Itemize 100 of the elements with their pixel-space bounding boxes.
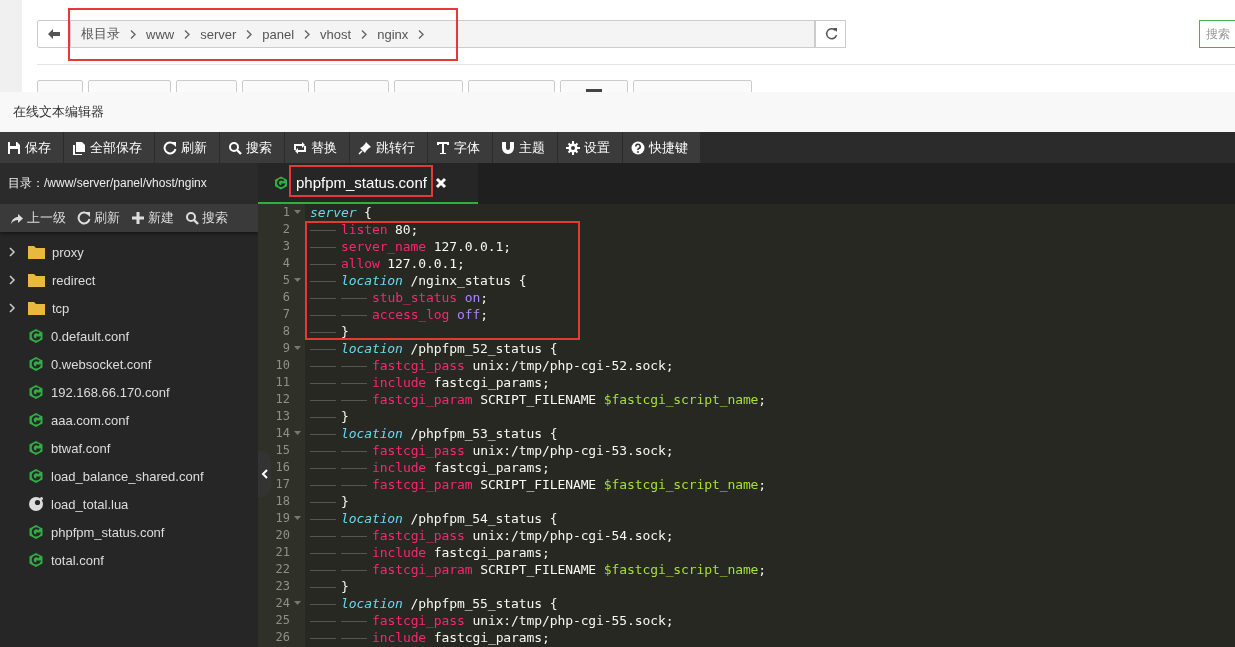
toolbar-button[interactable]: 搜索 [220, 132, 284, 163]
file-name: aaa.com.conf [51, 412, 130, 428]
line-number: 14 [275, 425, 290, 442]
file-tree-item[interactable]: total.conf [0, 546, 258, 574]
fold-arrow-icon[interactable] [294, 346, 301, 351]
toolbar-button[interactable]: 设置 [558, 132, 622, 163]
file-name: tcp [52, 300, 70, 316]
line-number: 22 [275, 561, 290, 578]
sidebar-action[interactable]: 刷新 [75, 209, 127, 227]
share-arrow-icon [10, 211, 24, 225]
file-name: phpfpm_status.conf [51, 524, 165, 540]
line-number: 12 [275, 391, 290, 408]
chevron-right-icon[interactable] [6, 275, 17, 285]
file-name: 0.websocket.conf [51, 356, 152, 372]
code-line: fastcgi_param SCRIPT_FILENAME $fastcgi_script_name; [372, 561, 767, 578]
code-line: } [341, 578, 349, 595]
code-line: allow 127.0.0.1; [341, 255, 465, 272]
collapse-handle[interactable] [258, 451, 271, 497]
fold-arrow-icon[interactable] [294, 601, 301, 606]
file-icon [28, 440, 44, 456]
file-tree-item[interactable]: proxy [0, 238, 258, 266]
toolbar-button[interactable]: 跳转行 [350, 132, 427, 163]
toolbar-button[interactable]: 替换 [285, 132, 349, 163]
breadcrumb-link[interactable]: server [200, 26, 237, 42]
chevron-right-icon[interactable] [6, 247, 17, 257]
file-tree-item[interactable]: 192.168.66.170.conf [0, 378, 258, 406]
magnet-icon [501, 140, 515, 155]
chevron-right-icon [418, 29, 425, 39]
file-icon [28, 524, 44, 540]
sidebar-action[interactable]: 新建 [129, 209, 181, 227]
refresh-icon [823, 27, 838, 41]
chevron-right-icon[interactable] [6, 303, 17, 313]
code-line: stub_status on; [372, 289, 488, 306]
code-line: location /phpfpm_53_status { [341, 425, 558, 442]
toolbar-button[interactable]: 快捷键 [623, 132, 700, 163]
line-number: 20 [275, 527, 290, 544]
file-tree-item[interactable]: 0.websocket.conf [0, 350, 258, 378]
search-icon [185, 211, 199, 225]
line-number: 9 [282, 340, 290, 357]
file-name: 192.168.66.170.conf [51, 384, 170, 400]
file-tree-item[interactable]: load_balance_shared.conf [0, 462, 258, 490]
code-line: fastcgi_pass unix:/tmp/php-cgi-53.sock; [372, 442, 674, 459]
line-number: 10 [275, 357, 290, 374]
save-icon [7, 140, 21, 155]
breadcrumb-link[interactable]: nginx [377, 26, 409, 42]
breadcrumb-link[interactable]: vhost [320, 26, 352, 42]
code-line: include fastcgi_params; [372, 544, 550, 561]
file-name: proxy [52, 244, 84, 260]
plus-icon [131, 211, 145, 225]
file-icon [28, 384, 44, 400]
refresh-button[interactable] [815, 20, 846, 48]
chevron-right-icon [246, 29, 253, 39]
file-tree-item[interactable]: aaa.com.conf [0, 406, 258, 434]
file-tree-item[interactable]: redirect [0, 266, 258, 294]
file-tree-item[interactable]: btwaf.conf [0, 434, 258, 462]
toolbar-button[interactable]: 刷新 [155, 132, 219, 163]
line-number: 18 [275, 493, 290, 510]
line-number: 26 [275, 629, 290, 646]
file-name: load_balance_shared.conf [51, 468, 204, 484]
search-field[interactable]: 搜索 [1199, 20, 1235, 48]
toolbar-button[interactable]: 全部保存 [64, 132, 154, 163]
fold-arrow-icon[interactable] [294, 431, 301, 436]
line-number: 21 [275, 544, 290, 561]
file-icon [28, 412, 44, 428]
line-number: 15 [275, 442, 290, 459]
fold-arrow-icon[interactable] [294, 516, 301, 521]
code-line: } [341, 323, 349, 340]
fold-arrow-icon[interactable] [294, 278, 301, 283]
file-icon [28, 552, 44, 568]
chevron-right-icon [361, 29, 368, 39]
close-icon[interactable] [434, 176, 447, 189]
file-icon [28, 356, 44, 372]
file-name: redirect [52, 272, 96, 288]
chevron-left-icon [261, 469, 268, 479]
file-tree-item[interactable]: load_total.lua [0, 490, 258, 518]
breadcrumb-link[interactable]: 根目录 [81, 25, 120, 43]
refresh-icon [163, 140, 177, 155]
file-tree-item[interactable]: phpfpm_status.conf [0, 518, 258, 546]
code-line: fastcgi_param SCRIPT_FILENAME $fastcgi_script_name; [372, 391, 767, 408]
fold-arrow-icon[interactable] [294, 210, 301, 215]
code-line: listen 80; [341, 221, 419, 238]
breadcrumb-link[interactable]: www [146, 26, 175, 42]
file-icon [28, 496, 44, 512]
line-number: 2 [282, 221, 290, 238]
code-line: } [341, 408, 349, 425]
line-number: 13 [275, 408, 290, 425]
file-tree-item[interactable]: 0.default.conf [0, 322, 258, 350]
code-line: location /phpfpm_55_status { [341, 595, 558, 612]
toolbar-button[interactable]: 字体 [428, 132, 492, 163]
toolbar-button[interactable]: 主题 [493, 132, 557, 163]
editor-tab[interactable]: phpfpm_status.conf [258, 163, 478, 204]
line-number: 16 [275, 459, 290, 476]
sidebar-action[interactable]: 上一级 [8, 209, 73, 227]
file-icon [274, 175, 288, 190]
breadcrumb-link[interactable]: panel [262, 26, 295, 42]
toolbar-button[interactable]: 保存 [0, 132, 63, 163]
sidebar-action[interactable]: 搜索 [183, 209, 235, 227]
code-line: location /phpfpm_52_status { [341, 340, 558, 357]
file-tree-item[interactable]: tcp [0, 294, 258, 322]
back-button[interactable] [37, 20, 71, 48]
